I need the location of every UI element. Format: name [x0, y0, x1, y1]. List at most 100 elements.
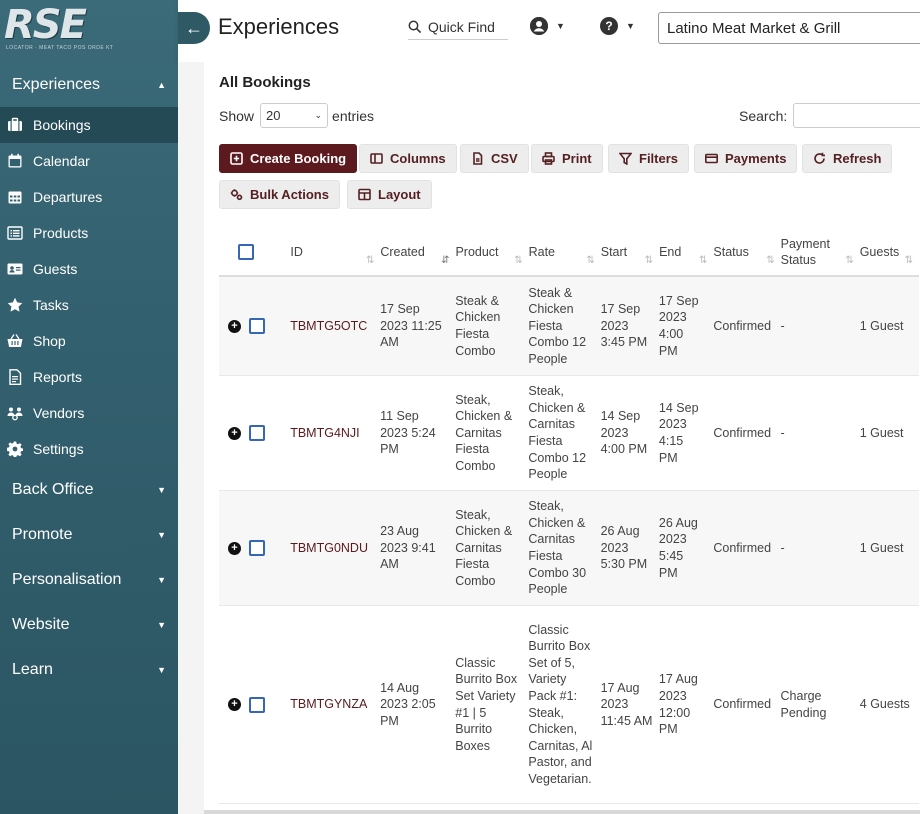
- nav-section-label: Website: [12, 615, 70, 633]
- horizontal-scrollbar[interactable]: [204, 810, 920, 814]
- sort-icon: ⇅: [845, 255, 854, 266]
- expand-icon[interactable]: +: [228, 426, 241, 440]
- payment-status-cell: Charge Pending: [780, 688, 827, 720]
- guests-cell: 1 Guest: [859, 540, 904, 555]
- content-gutter: [178, 62, 204, 814]
- button-label: Print: [562, 151, 592, 166]
- row-checkbox[interactable]: [249, 540, 265, 556]
- booking-id-link[interactable]: TBMTG5OTC: [290, 318, 380, 335]
- sidebar-item-label: Shop: [33, 333, 66, 349]
- sidebar-item-departures[interactable]: Departures: [0, 179, 178, 215]
- sidebar-item-settings[interactable]: Settings: [0, 431, 178, 467]
- nav-section-label: Promote: [12, 525, 73, 543]
- sidebar-item-vendors[interactable]: Vendors: [0, 395, 178, 431]
- table-header: ID ⇅ Created ⇵ Product ⇅ Rate ⇅ Start ⇅ End ⇅ …: [219, 228, 919, 277]
- table-row[interactable]: + TBMTG4NJI 11 Sep 2023 5:24 PM Steak, C…: [219, 376, 919, 491]
- sidebar: RSE LOCATOR · MEAT TACO POS ORDE KT Expe…: [0, 0, 178, 814]
- columns-button[interactable]: Columns: [359, 144, 457, 173]
- header-guests[interactable]: Guests ⇅: [860, 228, 919, 275]
- search-icon: [408, 20, 422, 33]
- select-all-checkbox[interactable]: [238, 243, 254, 260]
- show-entries: Show 20 ⌄ entries: [219, 103, 374, 128]
- header-id[interactable]: ID ⇅: [290, 228, 380, 275]
- layout-button[interactable]: Layout: [347, 180, 432, 209]
- main-content: All Bookings Show 20 ⌄ entries Search: C…: [204, 62, 920, 814]
- filters-button[interactable]: Filters: [608, 144, 690, 173]
- sidebar-item-products[interactable]: Products: [0, 215, 178, 251]
- sidebar-item-shop[interactable]: Shop: [0, 323, 178, 359]
- nav-section-personalisation[interactable]: Personalisation ▼: [0, 557, 178, 602]
- nav-section-back-office[interactable]: Back Office ▼: [0, 467, 178, 512]
- header-label: Created: [380, 244, 425, 259]
- calendar-grid-icon: [6, 188, 24, 206]
- table-row[interactable]: + TBMTG0NDU 23 Aug 2023 9:41 AM Steak, C…: [219, 491, 919, 606]
- payments-button[interactable]: Payments: [694, 144, 798, 173]
- header-label: Product: [455, 244, 499, 259]
- row-checkbox[interactable]: [249, 696, 265, 713]
- bookings-table: ID ⇅ Created ⇵ Product ⇅ Rate ⇅ Start ⇅ End ⇅ …: [219, 228, 919, 804]
- help-menu[interactable]: ? ▼: [600, 17, 635, 35]
- create-booking-button[interactable]: Create Booking: [219, 144, 358, 173]
- nav-section-learn[interactable]: Learn ▼: [0, 647, 178, 692]
- row-checkbox[interactable]: [249, 425, 265, 441]
- sidebar-item-reports[interactable]: Reports: [0, 359, 178, 395]
- expand-icon[interactable]: +: [228, 319, 241, 333]
- booking-id-link[interactable]: TBMTG0NDU: [290, 540, 380, 557]
- sidebar-item-label: Calendar: [33, 153, 90, 169]
- search-input[interactable]: [793, 103, 920, 128]
- back-button[interactable]: ←: [178, 12, 210, 44]
- file-csv-icon: [473, 152, 483, 165]
- table-body: + TBMTG5OTC 17 Sep 2023 11:25 AM Steak &…: [219, 277, 919, 804]
- sidebar-item-tasks[interactable]: Tasks: [0, 287, 178, 323]
- header-start[interactable]: Start ⇅: [601, 228, 659, 275]
- status-cell: Confirmed: [713, 697, 772, 712]
- business-select[interactable]: Latino Meat Market & Grill: [658, 12, 920, 44]
- star-icon: [6, 296, 24, 314]
- csv-button[interactable]: CSV: [460, 144, 529, 173]
- sidebar-item-guests[interactable]: Guests: [0, 251, 178, 287]
- end-cell: 26 Aug 2023 5:45 PM: [658, 515, 698, 580]
- id-card-icon: [6, 260, 24, 278]
- quick-find[interactable]: Quick Find: [408, 14, 508, 40]
- product-cell: Steak, Chicken & Carnitas Fiesta Combo: [455, 392, 513, 473]
- expand-icon[interactable]: +: [228, 698, 241, 711]
- row-controls: +: [219, 696, 290, 713]
- plus-square-icon: [230, 152, 243, 165]
- header-product[interactable]: Product ⇅: [455, 228, 528, 275]
- table-row[interactable]: + TBMTG5OTC 17 Sep 2023 11:25 AM Steak &…: [219, 277, 919, 376]
- booking-id-link[interactable]: TBMTG4NJI: [290, 425, 380, 442]
- booking-id-link[interactable]: TBMTGYNZA: [290, 696, 380, 713]
- logo[interactable]: RSE LOCATOR · MEAT TACO POS ORDE KT: [0, 0, 178, 60]
- nav-section-website[interactable]: Website ▼: [0, 602, 178, 647]
- header-end[interactable]: End ⇅: [659, 228, 713, 275]
- print-button[interactable]: Print: [531, 144, 603, 173]
- header-status[interactable]: Status ⇅: [713, 228, 780, 275]
- table-row[interactable]: + TBMTGYNZA 14 Aug 2023 2:05 PM Classic …: [219, 606, 919, 804]
- user-menu[interactable]: ▼: [530, 17, 565, 35]
- end-cell: 17 Aug 2023 12:00 PM: [658, 672, 698, 737]
- created-cell: 11 Sep 2023 5:24 PM: [380, 409, 436, 457]
- entries-select[interactable]: 20 ⌄: [260, 103, 329, 128]
- header-rate[interactable]: Rate ⇅: [529, 228, 601, 275]
- button-label: Columns: [390, 151, 446, 166]
- sort-icon: ⇅: [766, 255, 775, 266]
- chevron-down-icon: ▼: [157, 619, 166, 630]
- header-label: Payment Status: [780, 236, 830, 267]
- nav-section-promote[interactable]: Promote ▼: [0, 512, 178, 557]
- button-label: Layout: [378, 187, 421, 202]
- sidebar-item-calendar[interactable]: Calendar: [0, 143, 178, 179]
- header-payment-status[interactable]: Payment Status ⇅: [781, 228, 860, 275]
- bulk-actions-button[interactable]: Bulk Actions: [219, 180, 340, 209]
- row-checkbox[interactable]: [249, 318, 265, 334]
- nav-section-experiences[interactable]: Experiences ▲: [0, 62, 178, 107]
- entries-label: entries: [332, 107, 375, 124]
- expand-icon[interactable]: +: [228, 541, 241, 555]
- header-created[interactable]: Created ⇵: [380, 228, 455, 275]
- row-controls: +: [219, 425, 290, 441]
- guests-cell: 4 Guests: [859, 697, 910, 712]
- refresh-button[interactable]: Refresh: [802, 144, 893, 173]
- payment-status-cell: -: [780, 318, 785, 333]
- button-label: Payments: [725, 151, 787, 166]
- status-cell: Confirmed: [713, 318, 772, 333]
- sidebar-item-bookings[interactable]: Bookings: [0, 107, 178, 143]
